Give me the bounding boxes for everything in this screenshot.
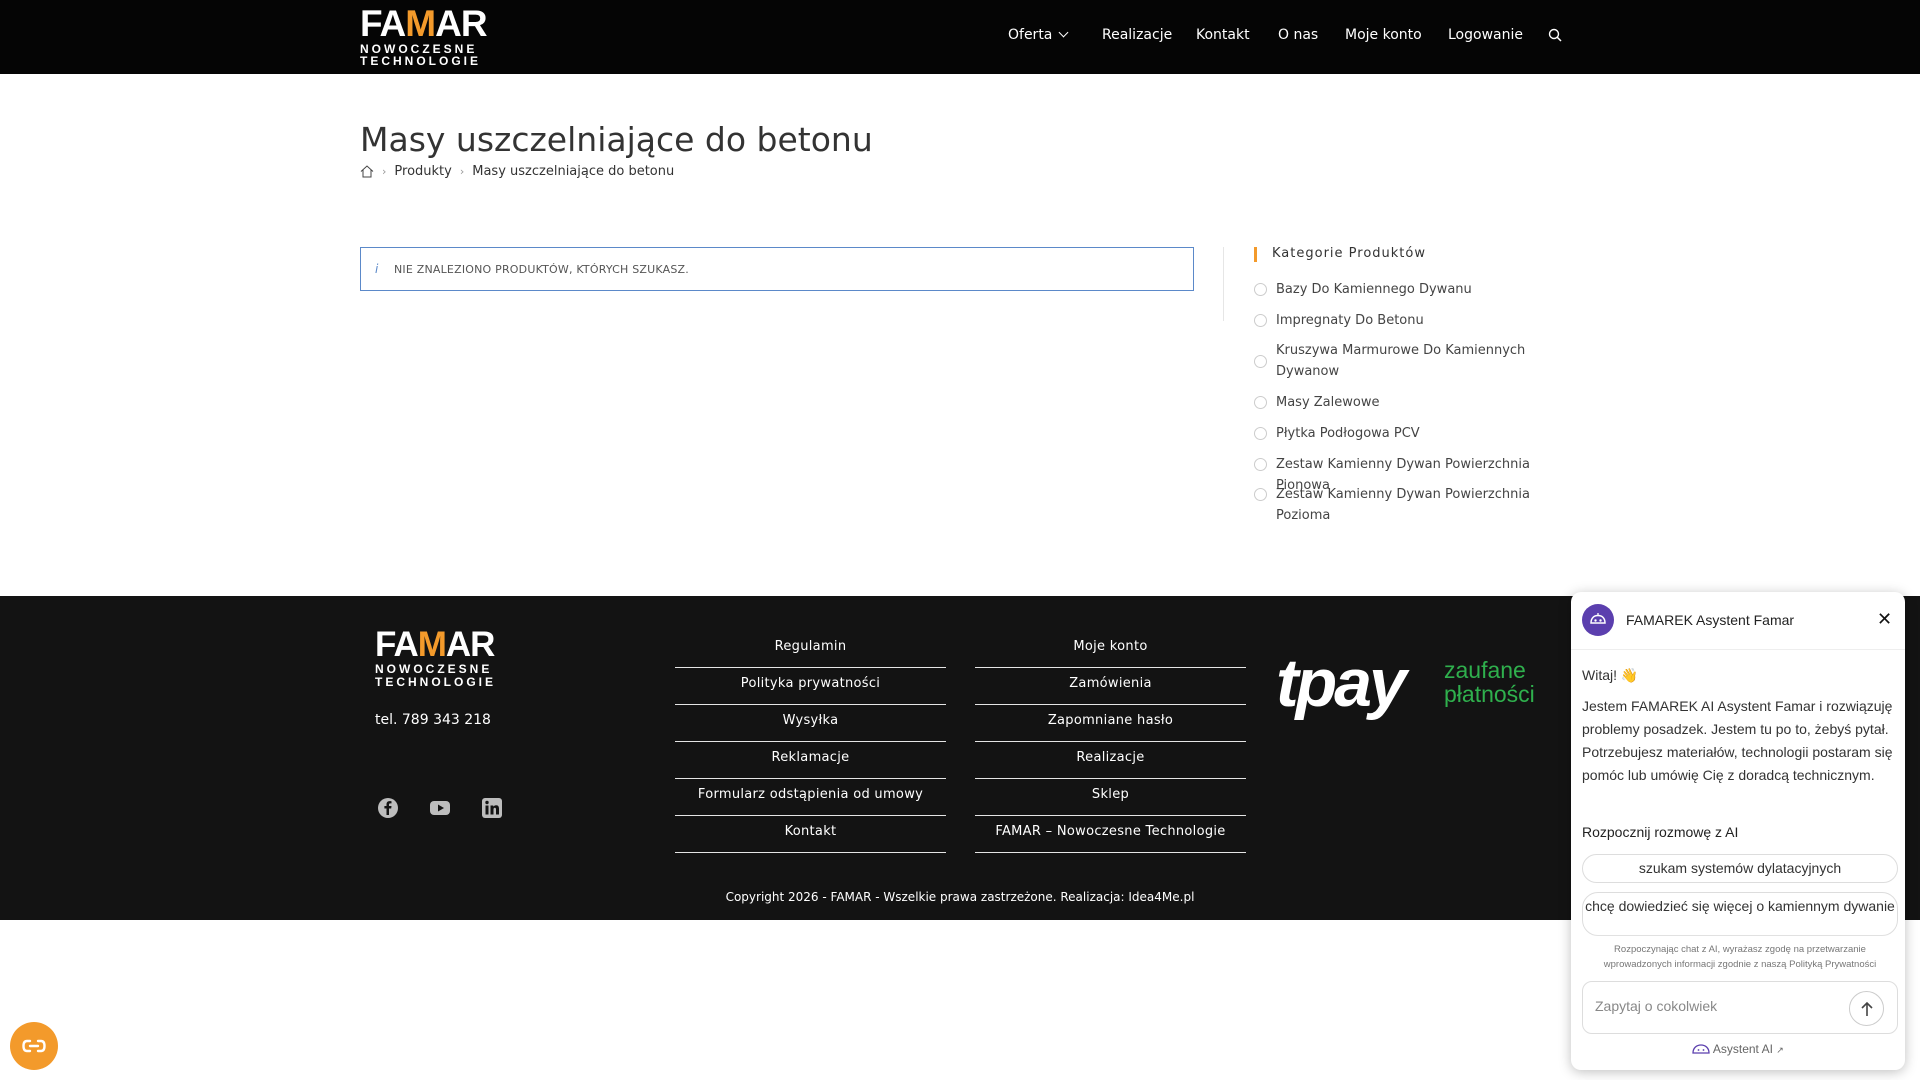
linkedin-icon[interactable] bbox=[481, 797, 503, 819]
breadcrumb: › Produkty › Masy uszczelniające do beto… bbox=[360, 164, 674, 179]
info-icon: i bbox=[375, 262, 379, 276]
tpay-logo: tpay zaufane płatności bbox=[1276, 645, 1535, 721]
tpay-wordmark: tpay bbox=[1276, 645, 1407, 721]
category-item[interactable]: Kruszywa Marmurowe Do Kamiennych Dywanow bbox=[1254, 340, 1564, 382]
chat-greeting: Witaj! 👋 bbox=[1582, 667, 1639, 683]
category-label: Impregnaty Do Betonu bbox=[1276, 313, 1424, 328]
footer-links-col1: Regulamin Polityka prywatności Wysyłka R… bbox=[675, 631, 946, 853]
accessibility-button[interactable] bbox=[10, 1022, 58, 1070]
radio-icon bbox=[1254, 427, 1267, 440]
facebook-icon[interactable] bbox=[377, 797, 399, 819]
radio-icon bbox=[1254, 396, 1267, 409]
footer-link-formularz[interactable]: Formularz odstąpienia od umowy bbox=[675, 779, 946, 816]
footer-link-zapomniane-haslo[interactable]: Zapomniane hasło bbox=[975, 705, 1246, 742]
chat-start-label: Rozpocznij rozmowę z AI bbox=[1582, 824, 1739, 840]
footer-link-zamowienia[interactable]: Zamówienia bbox=[975, 668, 1246, 705]
category-item[interactable]: Impregnaty Do Betonu bbox=[1254, 310, 1564, 331]
radio-icon bbox=[1254, 458, 1267, 471]
site-header: FAMAR NOWOCZESNE TECHNOLOGIE Oferta Real… bbox=[0, 0, 1920, 74]
footer-link-kontakt[interactable]: Kontakt bbox=[675, 816, 946, 853]
sidebar-title: Kategorie Produktów bbox=[1254, 246, 1426, 262]
notice-message: NIE ZNALEZIONO PRODUKTÓW, KTÓRYCH SZUKAS… bbox=[394, 263, 689, 276]
chat-messages: Witaj! 👋 Jestem FAMAREK AI Asystent Fama… bbox=[1582, 664, 1898, 787]
footer-phone[interactable]: tel. 789 343 218 bbox=[375, 712, 491, 728]
breadcrumb-produkty[interactable]: Produkty bbox=[394, 164, 451, 179]
radio-icon bbox=[1254, 355, 1267, 368]
category-label: Kruszywa Marmurowe Do Kamiennych Dywanow bbox=[1276, 343, 1526, 379]
radio-icon bbox=[1254, 283, 1267, 296]
robot-icon bbox=[1590, 613, 1606, 624]
external-link-icon: ↗ bbox=[1776, 1045, 1784, 1055]
chat-header: FAMAREK Asystent Famar ✕ bbox=[1571, 592, 1905, 650]
breadcrumb-separator: › bbox=[382, 165, 387, 178]
nav-moje-konto[interactable]: Moje konto bbox=[1345, 27, 1422, 43]
chat-widget: FAMAREK Asystent Famar ✕ Witaj! 👋 Jestem… bbox=[1571, 592, 1905, 1070]
footer-logo-wordmark: FAMAR bbox=[375, 627, 496, 663]
robot-icon bbox=[1692, 1044, 1710, 1054]
powered-by-label: Asystent AI bbox=[1712, 1042, 1773, 1056]
bot-avatar bbox=[1582, 604, 1614, 636]
category-label: Masy Zalewowe bbox=[1276, 395, 1380, 410]
site-logo[interactable]: FAMAR NOWOCZESNE TECHNOLOGIE bbox=[360, 3, 488, 69]
chat-input-box bbox=[1582, 981, 1898, 1034]
chat-consent: Rozpoczynając chat z AI, wyrażasz zgodę … bbox=[1603, 944, 1877, 970]
nav-o-nas[interactable]: O nas bbox=[1278, 27, 1318, 43]
tpay-trust-line1: zaufane bbox=[1444, 657, 1526, 683]
nav-kontakt[interactable]: Kontakt bbox=[1196, 27, 1250, 43]
category-label: Bazy Do Kamiennego Dywanu bbox=[1276, 282, 1472, 297]
category-item[interactable]: Zestaw Kamienny Dywan Powierzchnia Pozio… bbox=[1254, 484, 1564, 526]
category-item[interactable]: Bazy Do Kamiennego Dywanu bbox=[1254, 279, 1564, 300]
close-icon[interactable]: ✕ bbox=[1877, 611, 1892, 629]
radio-icon bbox=[1254, 488, 1267, 501]
breadcrumb-separator: › bbox=[459, 165, 465, 178]
footer-link-polityka[interactable]: Polityka prywatności bbox=[675, 668, 946, 705]
youtube-icon[interactable] bbox=[429, 797, 451, 819]
footer-link-realizacje[interactable]: Realizacje bbox=[975, 742, 1246, 779]
footer-logo[interactable]: FAMAR NOWOCZESNE TECHNOLOGIE bbox=[375, 627, 496, 689]
footer-links-col2: Moje konto Zamówienia Zapomniane hasło R… bbox=[975, 631, 1246, 853]
logo-wordmark-accent: M bbox=[405, 3, 436, 44]
chat-input[interactable] bbox=[1595, 998, 1845, 1014]
logo-wordmark-part: AR bbox=[435, 3, 487, 44]
home-icon[interactable] bbox=[360, 165, 374, 178]
breadcrumb-current: Masy uszczelniające do betonu bbox=[472, 164, 675, 179]
footer-logo-line3: TECHNOLOGIE bbox=[375, 675, 497, 689]
nav-realizacje[interactable]: Realizacje bbox=[1102, 27, 1172, 43]
powered-by[interactable]: Asystent AI ↗ bbox=[1571, 1042, 1905, 1056]
suggestion-chip[interactable]: chcę dowiedzieć się więcej o kamiennym d… bbox=[1582, 892, 1898, 936]
category-item[interactable]: Płytka Podłogowa PCV bbox=[1254, 423, 1564, 444]
search-icon[interactable] bbox=[1548, 28, 1562, 42]
page-title: Masy uszczelniające do betonu bbox=[360, 120, 873, 159]
logo-wordmark-accent: M bbox=[417, 625, 447, 664]
category-label: Płytka Podłogowa PCV bbox=[1276, 426, 1420, 441]
footer-link-reklamacje[interactable]: Reklamacje bbox=[675, 742, 946, 779]
no-products-notice: i NIE ZNALEZIONO PRODUKTÓW, KTÓRYCH SZUK… bbox=[360, 247, 1194, 291]
logo-wordmark-part: FA bbox=[360, 3, 406, 44]
category-item[interactable]: Masy Zalewowe bbox=[1254, 392, 1564, 413]
tpay-trust-label: zaufane płatności bbox=[1444, 658, 1564, 706]
footer-link-regulamin[interactable]: Regulamin bbox=[675, 631, 946, 668]
send-button[interactable] bbox=[1849, 991, 1884, 1026]
accessibility-icon bbox=[22, 1039, 46, 1053]
footer-link-famar[interactable]: FAMAR – Nowoczesne Technologie bbox=[975, 816, 1246, 853]
category-label: Zestaw Kamienny Dywan Powierzchnia Pozio… bbox=[1276, 487, 1530, 523]
nav-oferta-label: Oferta bbox=[1008, 27, 1053, 43]
logo-wordmark: FAMAR bbox=[360, 3, 488, 44]
radio-icon bbox=[1254, 314, 1267, 327]
tpay-trust-line2: płatności bbox=[1444, 681, 1535, 707]
footer-link-wysylka[interactable]: Wysyłka bbox=[675, 705, 946, 742]
chat-intro: Jestem FAMAREK AI Asystent Famar i rozwi… bbox=[1582, 698, 1893, 783]
footer-link-moje-konto[interactable]: Moje konto bbox=[975, 631, 1246, 668]
logo-wordmark-part: FA bbox=[375, 625, 419, 664]
sidebar-divider bbox=[1223, 247, 1224, 321]
nav-oferta[interactable]: Oferta bbox=[1008, 27, 1069, 43]
chevron-down-icon bbox=[1058, 27, 1069, 38]
arrow-up-icon bbox=[1861, 1001, 1873, 1016]
suggestion-chip[interactable]: szukam systemów dylatacyjnych bbox=[1582, 854, 1898, 883]
chat-title: FAMAREK Asystent Famar bbox=[1626, 612, 1795, 628]
logo-wordmark-part: AR bbox=[445, 625, 496, 664]
footer-link-sklep[interactable]: Sklep bbox=[975, 779, 1246, 816]
nav-logowanie[interactable]: Logowanie bbox=[1448, 27, 1523, 43]
logo-line3: TECHNOLOGIE bbox=[360, 54, 482, 68]
